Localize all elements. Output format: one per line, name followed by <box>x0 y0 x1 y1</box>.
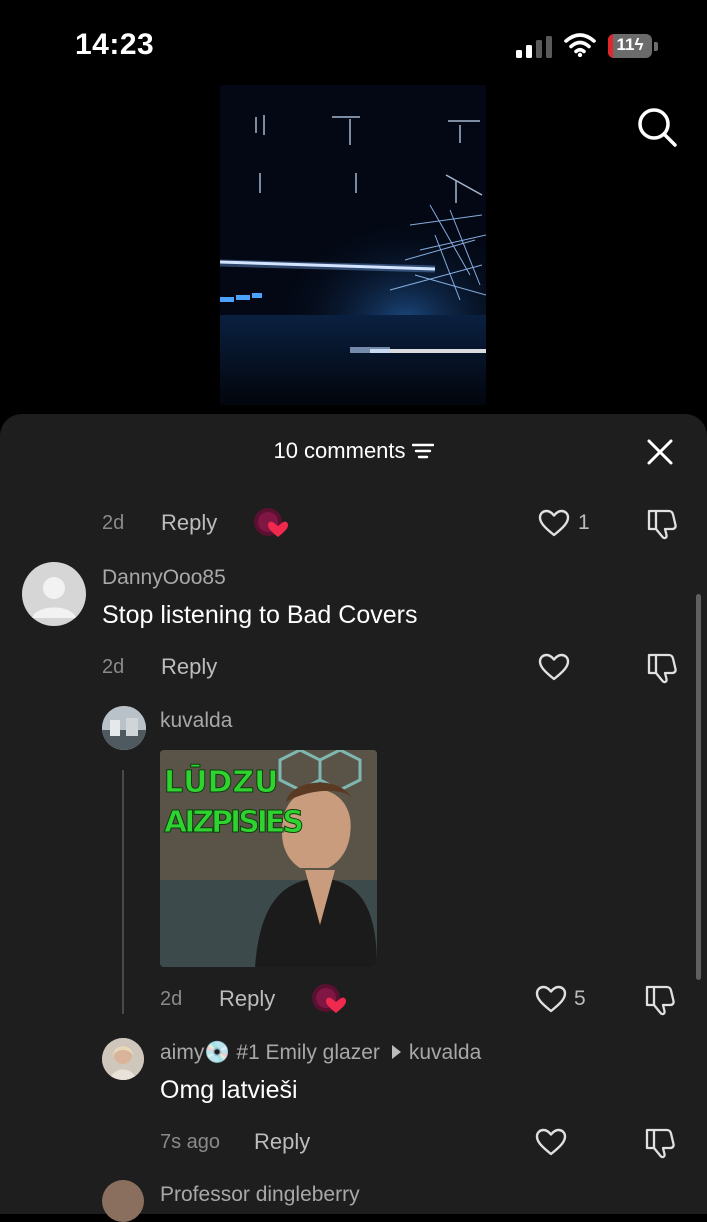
creator-liked-badge <box>254 508 288 537</box>
wifi-icon <box>564 33 596 57</box>
comments-header: 10 comments <box>0 414 707 488</box>
thread-line <box>122 770 124 1014</box>
battery-percentage: 11ϟ <box>616 35 644 54</box>
comment-time: 2d <box>102 656 125 678</box>
status-bar: 14:23 11ϟ <box>0 0 707 95</box>
avatar[interactable] <box>102 706 146 750</box>
heart-outline-icon[interactable] <box>538 652 570 682</box>
search-icon[interactable] <box>636 106 678 148</box>
heart-outline-icon[interactable] <box>535 1127 567 1157</box>
comment-text: Stop listening to Bad Covers <box>102 601 418 629</box>
thumbs-down-icon[interactable] <box>643 1126 677 1160</box>
thumbs-down-icon[interactable] <box>645 651 679 685</box>
like-count: 1 <box>578 511 590 534</box>
battery-indicator: 11ϟ <box>608 34 660 60</box>
avatar[interactable] <box>102 1180 144 1222</box>
comment-time: 2d <box>160 988 183 1010</box>
reply-button[interactable]: Reply <box>254 1129 310 1155</box>
video-thumbnail[interactable] <box>220 85 486 405</box>
gif-caption-line-2: AIZPISIES <box>164 805 304 840</box>
comments-count-label: 10 comments <box>273 438 406 463</box>
heart-outline-icon[interactable] <box>535 984 567 1014</box>
close-icon[interactable] <box>646 438 674 466</box>
comment-username-line: aimy💿 #1 Emily glazer kuvalda <box>160 1041 481 1065</box>
avatar[interactable] <box>102 1038 144 1080</box>
comment-username[interactable]: kuvalda <box>160 709 232 733</box>
reply-arrow-icon <box>391 1045 401 1060</box>
thumbs-down-icon[interactable] <box>643 983 677 1017</box>
default-avatar-icon <box>32 577 76 618</box>
comment-text: Omg latvieši <box>160 1076 298 1104</box>
comments-sheet: 10 comments 2d Reply 1 DannyOoo85 Stop l… <box>0 414 707 1222</box>
comments-sort-button[interactable]: 10 comments <box>273 438 434 464</box>
gif-caption-line-1: LŪDZU <box>164 764 279 800</box>
reply-button[interactable]: Reply <box>219 986 275 1012</box>
thumbs-down-icon[interactable] <box>645 507 679 541</box>
avatar[interactable] <box>22 562 86 626</box>
comment-username[interactable]: Professor dingleberry <box>160 1183 360 1207</box>
status-time: 14:23 <box>75 28 155 61</box>
cellular-signal-icon <box>516 36 552 58</box>
reply-button[interactable]: Reply <box>161 510 217 536</box>
heart-outline-icon[interactable] <box>538 508 570 538</box>
like-count: 5 <box>574 987 586 1010</box>
comment-time: 7s ago <box>160 1131 221 1153</box>
filter-icon <box>411 443 434 459</box>
reply-button[interactable]: Reply <box>161 654 217 680</box>
gif-image: LŪDZU AIZPISIES <box>160 750 377 967</box>
gif-attachment[interactable]: LŪDZU AIZPISIES <box>160 750 377 967</box>
avatar-image <box>102 706 146 750</box>
scrollbar[interactable] <box>696 594 701 980</box>
comment-username[interactable]: aimy💿 #1 Emily glazer <box>160 1041 380 1064</box>
comment-username[interactable]: DannyOoo85 <box>102 566 226 590</box>
concert-stage-image <box>220 85 486 405</box>
reply-to-username[interactable]: kuvalda <box>409 1041 481 1064</box>
comment-time: 2d <box>102 512 125 534</box>
avatar-image <box>102 1038 144 1080</box>
creator-liked-badge <box>312 984 346 1013</box>
